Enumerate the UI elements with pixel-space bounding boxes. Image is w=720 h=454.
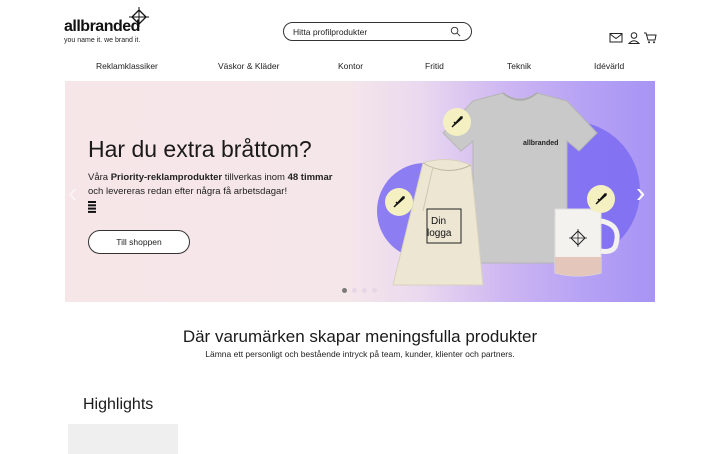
nav-item-idevarld[interactable]: Idévärld: [594, 61, 624, 71]
hero-body-text: tillverkas inom: [222, 172, 288, 183]
rocket-badge-icon: [385, 188, 413, 216]
nav-item-vaskor-klader[interactable]: Väskor & Kläder: [218, 61, 279, 71]
search-input[interactable]: [293, 25, 443, 38]
logo-crosshair-icon: [129, 7, 149, 27]
hero-body-text: Våra: [88, 172, 111, 183]
speed-lines-icon: [88, 201, 96, 213]
nav-item-reklamklassiker[interactable]: Reklamklassiker: [96, 61, 158, 71]
cart-icon[interactable]: [643, 31, 657, 44]
tote-print-line1: Din: [431, 216, 446, 227]
hero-body: Våra Priority-reklamprodukter tillverkas…: [88, 171, 348, 199]
hero-body-text: och levereras redan efter några få arbet…: [88, 186, 288, 197]
carousel-dot[interactable]: [342, 288, 347, 293]
hero-carousel: allbranded Din logga Har du extra bråtto…: [65, 81, 655, 302]
section-heading: Där varumärken skapar meningsfulla produ…: [182, 327, 538, 346]
hero-product-image: allbranded Din logga: [377, 92, 640, 286]
section-subheading: Lämna ett personligt och bestående intry…: [205, 349, 515, 359]
carousel-prev-icon[interactable]: ‹: [68, 177, 77, 209]
carousel-dot[interactable]: [372, 288, 377, 293]
mail-icon[interactable]: [609, 31, 623, 44]
carousel-dot[interactable]: [352, 288, 357, 293]
nav-item-fritid[interactable]: Fritid: [425, 61, 444, 71]
nav-item-kontor[interactable]: Kontor: [338, 61, 363, 71]
shop-button[interactable]: Till shoppen: [88, 230, 190, 254]
user-icon[interactable]: [627, 31, 641, 44]
tshirt-print: allbranded: [523, 140, 558, 147]
tote-print-line2: logga: [427, 228, 452, 239]
highlights-heading: Highlights: [83, 396, 154, 413]
hero-body-bold: Priority-reklamprodukter: [110, 172, 223, 183]
search-bar[interactable]: [283, 22, 472, 41]
hero-title: Har du extra bråttom?: [88, 136, 312, 162]
carousel-next-icon[interactable]: ›: [636, 177, 645, 209]
rocket-badge-icon: [587, 185, 615, 213]
rocket-badge-icon: [443, 108, 471, 136]
search-icon[interactable]: [450, 26, 461, 37]
carousel-dot[interactable]: [362, 288, 367, 293]
hero-body-bold: 48 timmar: [287, 172, 333, 183]
mug-base: [555, 257, 601, 276]
nav-item-teknik[interactable]: Teknik: [507, 61, 531, 71]
logo-tagline: you name it. we brand it.: [64, 37, 141, 44]
